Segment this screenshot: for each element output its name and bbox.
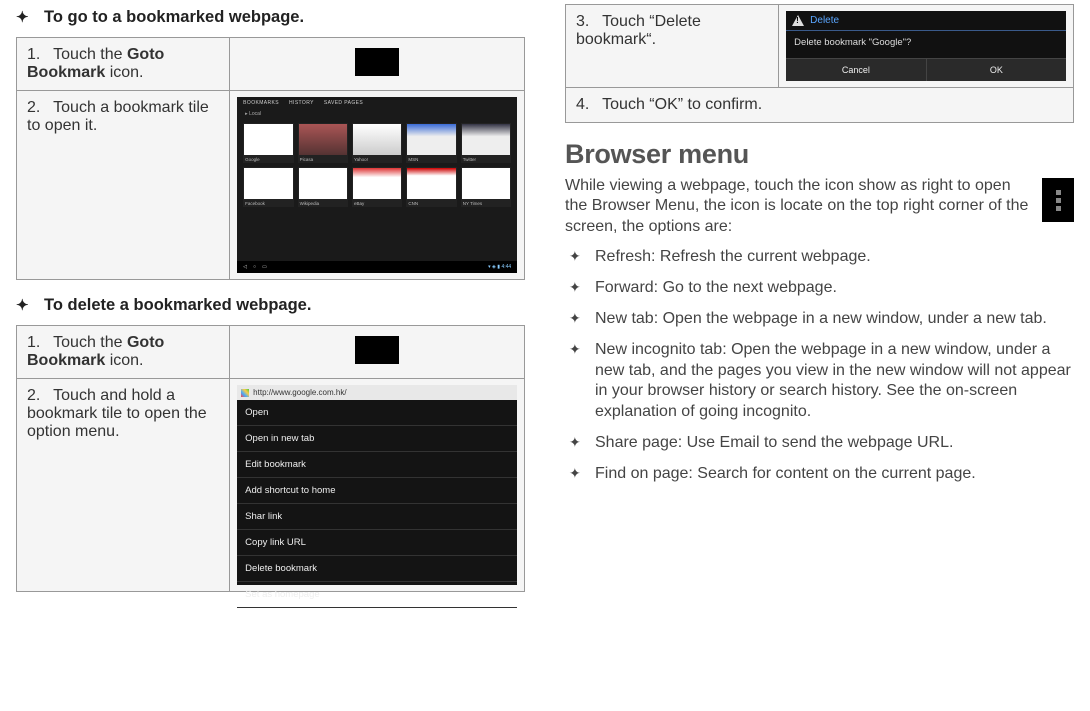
step-cell: 4. Touch “OK” to confirm. — [566, 88, 1074, 123]
table-row: 2. Touch a bookmark tile to open it. BOO… — [17, 91, 525, 280]
image-cell: BOOKMARKS HISTORY SAVED PAGES ▸ Local Go… — [230, 91, 525, 280]
bm-tab: HISTORY — [289, 100, 314, 106]
dialog-ok-button: OK — [927, 58, 1067, 81]
ctx-item: Shar link — [237, 504, 517, 530]
section-heading-browser-menu: Browser menu — [565, 139, 1074, 170]
star-icon: ✦ — [569, 278, 595, 296]
step-cell: 2. Touch a bookmark tile to open it. — [17, 91, 230, 280]
image-cell — [230, 326, 525, 379]
step-cell: 3. Touch “Delete bookmark“. — [566, 5, 779, 88]
star-icon: ✦ — [16, 296, 44, 314]
page: ✦ To go to a bookmarked webpage. 1. Touc… — [0, 0, 1090, 711]
list-item: ✦New tab: Open the webpage in a new wind… — [569, 309, 1074, 330]
step-cell: 1. Touch the Goto Bookmark icon. — [17, 38, 230, 91]
list-item: ✦Forward: Go to the next webpage. — [569, 278, 1074, 299]
bm-time: 4:44 — [501, 264, 511, 270]
step-number: 2. — [27, 99, 49, 117]
star-icon: ✦ — [569, 247, 595, 265]
overflow-menu-icon — [1042, 178, 1074, 222]
bm-grid: Google Picasa Yahoo! MSN Twitter Faceboo… — [237, 119, 517, 211]
bm-tab: BOOKMARKS — [243, 100, 279, 106]
ctx-url: http://www.google.com.hk/ — [253, 388, 346, 397]
table-goto-steps: 1. Touch the Goto Bookmark icon. 2. Touc… — [16, 37, 525, 280]
table-delete-steps-cont: 3. Touch “Delete bookmark“. Delete Delet… — [565, 4, 1074, 123]
step-cell: 2. Touch and hold a bookmark tile to ope… — [17, 379, 230, 592]
step-number: 1. — [27, 46, 49, 64]
table-row: 3. Touch “Delete bookmark“. Delete Delet… — [566, 5, 1074, 88]
bm-local: Local — [249, 111, 261, 117]
dialog-cancel-button: Cancel — [786, 58, 927, 81]
favicon-icon — [241, 389, 249, 397]
step-text-a: Touch the — [53, 334, 127, 351]
table-delete-steps: 1. Touch the Goto Bookmark icon. 2. Touc… — [16, 325, 525, 592]
heading-delete-bookmark: ✦ To delete a bookmarked webpage. — [16, 296, 525, 315]
step-number: 1. — [27, 334, 49, 352]
browser-menu-options-list: ✦Refresh: Refresh the current webpage. ✦… — [565, 247, 1074, 484]
context-menu-screenshot: http://www.google.com.hk/ Open Open in n… — [237, 385, 517, 585]
list-item: ✦Find on page: Search for content on the… — [569, 464, 1074, 485]
image-cell: Delete Delete bookmark "Google"? Cancel … — [779, 5, 1074, 88]
step-text: Touch and hold a bookmark tile to open t… — [27, 387, 207, 440]
warning-icon — [792, 15, 804, 26]
left-column: ✦ To go to a bookmarked webpage. 1. Touc… — [0, 0, 545, 711]
image-cell: http://www.google.com.hk/ Open Open in n… — [230, 379, 525, 592]
heading-text: To delete a bookmarked webpage. — [44, 296, 311, 315]
goto-bookmark-icon — [355, 336, 399, 364]
dialog-message: Delete bookmark "Google"? — [786, 31, 1066, 58]
step-text: Touch a bookmark tile to open it. — [27, 99, 209, 134]
star-icon: ✦ — [569, 309, 595, 327]
ctx-item: Set as homepage — [237, 582, 517, 608]
star-icon: ✦ — [16, 8, 44, 26]
step-text-c: icon. — [105, 64, 143, 81]
star-icon: ✦ — [569, 433, 595, 451]
image-cell — [230, 38, 525, 91]
list-item: ✦New incognito tab: Open the webpage in … — [569, 340, 1074, 423]
heading-goto-bookmark: ✦ To go to a bookmarked webpage. — [16, 8, 525, 27]
table-row: 1. Touch the Goto Bookmark icon. — [17, 38, 525, 91]
delete-dialog-screenshot: Delete Delete bookmark "Google"? Cancel … — [786, 11, 1066, 81]
goto-bookmark-icon — [355, 48, 399, 76]
step-text-a: Touch the — [53, 46, 127, 63]
list-item: ✦Share page: Use Email to send the webpa… — [569, 433, 1074, 454]
ctx-item: Delete bookmark — [237, 556, 517, 582]
heading-text: To go to a bookmarked webpage. — [44, 8, 304, 27]
intro-text: While viewing a webpage, touch the icon … — [565, 176, 1030, 237]
step-cell: 1. Touch the Goto Bookmark icon. — [17, 326, 230, 379]
browser-menu-intro: While viewing a webpage, touch the icon … — [565, 176, 1074, 237]
step-number: 2. — [27, 387, 49, 405]
ctx-item: Open in new tab — [237, 426, 517, 452]
table-row: 1. Touch the Goto Bookmark icon. — [17, 326, 525, 379]
bookmarks-screenshot: BOOKMARKS HISTORY SAVED PAGES ▸ Local Go… — [237, 97, 517, 273]
step-number: 3. — [576, 13, 598, 31]
ctx-item: Open — [237, 400, 517, 426]
ctx-item: Edit bookmark — [237, 452, 517, 478]
ctx-item: Add shortcut to home — [237, 478, 517, 504]
right-column: 3. Touch “Delete bookmark“. Delete Delet… — [545, 0, 1090, 711]
step-text-c: icon. — [105, 352, 143, 369]
step-text: Touch “OK” to confirm. — [602, 96, 762, 113]
bm-tab: SAVED PAGES — [324, 100, 363, 106]
star-icon: ✦ — [569, 340, 595, 358]
star-icon: ✦ — [569, 464, 595, 482]
table-row: 2. Touch and hold a bookmark tile to ope… — [17, 379, 525, 592]
list-item: ✦Refresh: Refresh the current webpage. — [569, 247, 1074, 268]
dialog-title: Delete — [810, 15, 839, 26]
table-row: 4. Touch “OK” to confirm. — [566, 88, 1074, 123]
step-number: 4. — [576, 96, 598, 114]
ctx-item: Copy link URL — [237, 530, 517, 556]
